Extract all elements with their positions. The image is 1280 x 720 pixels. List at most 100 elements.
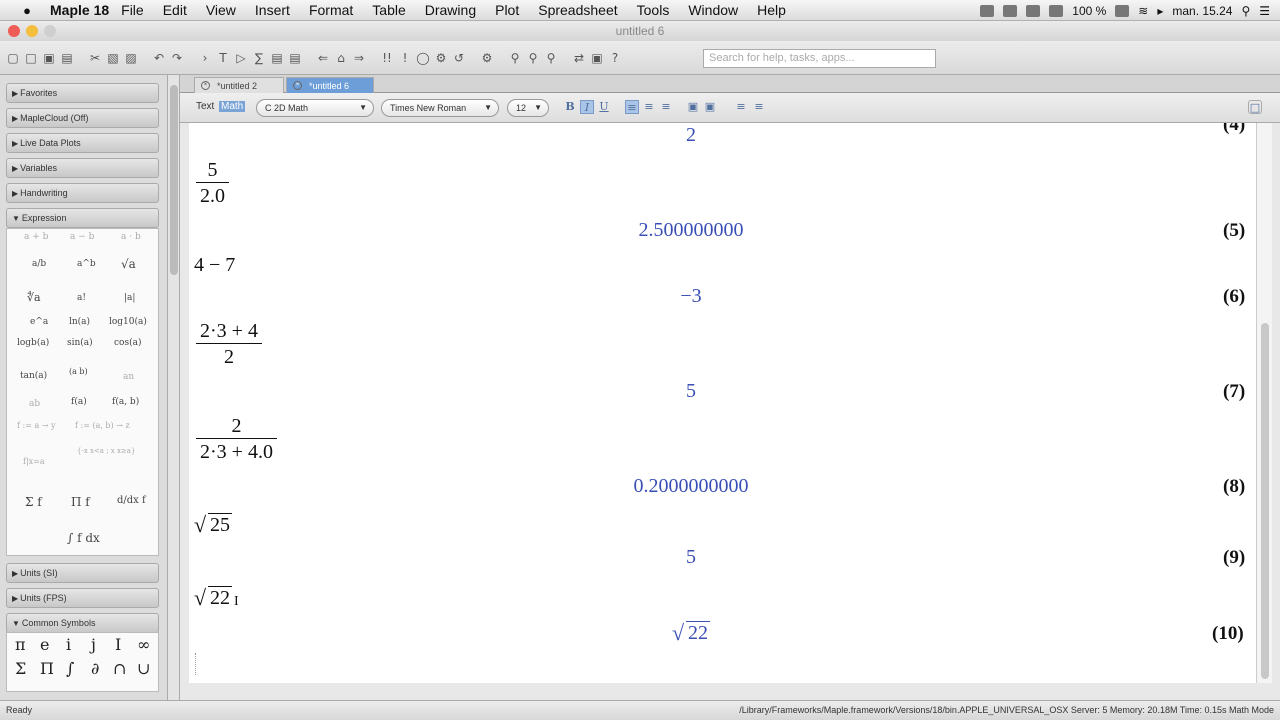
palette-common-symbols[interactable]: ▼ Common Symbols xyxy=(6,613,159,633)
search-input[interactable]: Search for help, tasks, apps... xyxy=(703,49,936,68)
worksheet-scroll-thumb[interactable] xyxy=(1261,323,1269,679)
insert-text-icon[interactable]: T xyxy=(216,51,230,65)
equation-label-6[interactable]: (6) xyxy=(1223,286,1245,308)
symbol-capital-i[interactable]: I xyxy=(115,635,121,654)
expr-derivative[interactable]: d/dx f xyxy=(117,495,146,506)
symbol-e[interactable]: e xyxy=(40,635,49,654)
context-panel-icon[interactable]: □ xyxy=(1248,100,1262,114)
battery-percent[interactable]: 100 % xyxy=(1072,4,1106,18)
new-document-icon[interactable]: ▢ xyxy=(6,51,20,65)
input-8[interactable]: 2 2·3 + 4.0 xyxy=(196,415,277,464)
insert-prompt-icon[interactable]: › xyxy=(198,51,212,65)
palette-live-data-plots[interactable]: ▶ Live Data Plots xyxy=(6,133,159,153)
input-5[interactable]: 5 2.0 xyxy=(196,159,229,208)
save-icon[interactable]: ▣ xyxy=(42,51,56,65)
symbol-integral[interactable]: ∫ xyxy=(66,659,74,678)
expr-a-times-b[interactable]: a · b xyxy=(121,232,141,242)
italic-button[interactable]: I xyxy=(580,100,594,114)
symbol-capital-pi[interactable]: Π xyxy=(40,659,54,678)
expr-subscript[interactable]: an xyxy=(123,372,134,382)
copy-icon[interactable]: ▧ xyxy=(106,51,120,65)
execute-icon[interactable]: !! xyxy=(380,51,394,65)
close-window-button[interactable] xyxy=(8,25,20,37)
spotlight-icon[interactable]: ⚲ xyxy=(1241,4,1250,18)
debug-icon[interactable]: ⚙ xyxy=(434,51,448,65)
bluetooth-icon[interactable] xyxy=(1049,4,1064,17)
symbol-partial[interactable]: ∂ xyxy=(91,659,99,678)
cut-icon[interactable]: ✂ xyxy=(88,51,102,65)
expr-sum[interactable]: Σ f xyxy=(25,495,42,509)
print-icon[interactable]: ▤ xyxy=(60,51,74,65)
expr-sin[interactable]: sin(a) xyxy=(67,338,93,348)
text-color-icon[interactable]: ▣ xyxy=(686,100,700,114)
expr-product[interactable]: Π f xyxy=(71,495,90,509)
expr-nth-root[interactable]: ∜a xyxy=(27,291,41,304)
expr-a-minus-b[interactable]: a − b xyxy=(70,232,94,242)
undo-icon[interactable]: ↶ xyxy=(152,51,166,65)
input-6[interactable]: 4 − 7 xyxy=(194,254,235,277)
wifi-icon[interactable]: ≋ xyxy=(1138,4,1148,18)
menu-tools[interactable]: Tools xyxy=(637,2,670,18)
tab-untitled-2[interactable]: × *untitled 2 xyxy=(194,77,284,93)
numbered-list-icon[interactable]: ≡ xyxy=(752,100,766,114)
settings-icon[interactable]: ⚙ xyxy=(480,51,494,65)
menu-window[interactable]: Window xyxy=(688,2,738,18)
expr-eval-at[interactable]: f|x=a xyxy=(23,457,45,466)
expr-sqrt[interactable]: √a xyxy=(121,257,136,271)
battery-icon[interactable] xyxy=(1115,4,1130,17)
home-icon[interactable]: ⌂ xyxy=(334,51,348,65)
expr-log10[interactable]: log10(a) xyxy=(109,317,147,327)
expr-arrow-map-2[interactable]: f := (a, b) → z xyxy=(75,421,130,430)
menu-table[interactable]: Table xyxy=(372,2,405,18)
expr-arrow-map[interactable]: f := a → y xyxy=(17,421,56,430)
notification-center-icon[interactable]: ☰ xyxy=(1259,4,1270,18)
redo-icon[interactable]: ↷ xyxy=(170,51,184,65)
expr-integral[interactable]: ∫ f dx xyxy=(67,531,100,545)
expr-tan[interactable]: tan(a) xyxy=(20,371,47,381)
symbol-union[interactable]: ∪ xyxy=(137,659,150,678)
expr-factorial[interactable]: a! xyxy=(77,293,86,303)
tab-untitled-6[interactable]: × *untitled 6 xyxy=(286,77,374,93)
expr-a-plus-b[interactable]: a + b xyxy=(24,232,48,242)
input-7[interactable]: 2·3 + 4 2 xyxy=(196,320,262,369)
menu-format[interactable]: Format xyxy=(309,2,353,18)
time-machine-icon[interactable] xyxy=(1026,4,1041,17)
open-icon[interactable]: □ xyxy=(24,51,38,65)
align-left-icon[interactable]: ≡ xyxy=(625,100,639,114)
palette-favorites[interactable]: ▶ Favorites xyxy=(6,83,159,103)
menu-view[interactable]: View xyxy=(206,2,236,18)
palette-scroll-thumb[interactable] xyxy=(170,85,178,275)
expr-piecewise[interactable]: {-x x<a ; x x≥a} xyxy=(77,447,135,455)
align-right-icon[interactable]: ≡ xyxy=(659,100,673,114)
minimize-window-button[interactable] xyxy=(26,25,38,37)
app-menu[interactable]: Maple 18 xyxy=(50,2,109,18)
underline-button[interactable]: U xyxy=(597,100,611,114)
expr-ln[interactable]: ln(a) xyxy=(69,317,90,327)
input-9[interactable]: √ 25 xyxy=(194,512,232,537)
symbol-j[interactable]: j xyxy=(91,635,96,654)
font-select[interactable]: Times New Roman ▼ xyxy=(381,99,499,117)
bold-button[interactable]: B xyxy=(563,100,577,114)
document-view-icon[interactable]: ▣ xyxy=(590,51,604,65)
text-mode-toggle[interactable]: Text xyxy=(196,101,214,112)
menu-insert[interactable]: Insert xyxy=(255,2,290,18)
insert-math-icon[interactable]: ▷ xyxy=(234,51,248,65)
tab-close-icon[interactable]: × xyxy=(293,81,302,90)
zoom-200-icon[interactable]: ⚲ xyxy=(544,51,558,65)
palette-expression[interactable]: ▼ Expression xyxy=(6,208,159,228)
palette-maplecloud[interactable]: ▶ MapleCloud (Off) xyxy=(6,108,159,128)
expr-function-2[interactable]: f(a, b) xyxy=(112,397,139,407)
input-10[interactable]: √ 22 xyxy=(194,585,232,610)
equation-label-10[interactable]: (10) xyxy=(1212,623,1244,645)
bullet-list-icon[interactable]: ≡ xyxy=(734,100,748,114)
stop-icon[interactable]: ◯ xyxy=(416,51,430,65)
expr-subscript-b[interactable]: ab xyxy=(29,399,40,409)
zoom-100-icon[interactable]: ⚲ xyxy=(508,51,522,65)
forward-icon[interactable]: ⇒ xyxy=(352,51,366,65)
palette-units-fps[interactable]: ▶ Units (FPS) xyxy=(6,588,159,608)
sync-icon[interactable]: ⇄ xyxy=(572,51,586,65)
zoom-window-button[interactable] xyxy=(44,25,56,37)
paste-icon[interactable]: ▨ xyxy=(124,51,138,65)
palette-scrollbar[interactable] xyxy=(168,75,180,700)
apple-menu-icon[interactable]: ● xyxy=(14,3,40,18)
